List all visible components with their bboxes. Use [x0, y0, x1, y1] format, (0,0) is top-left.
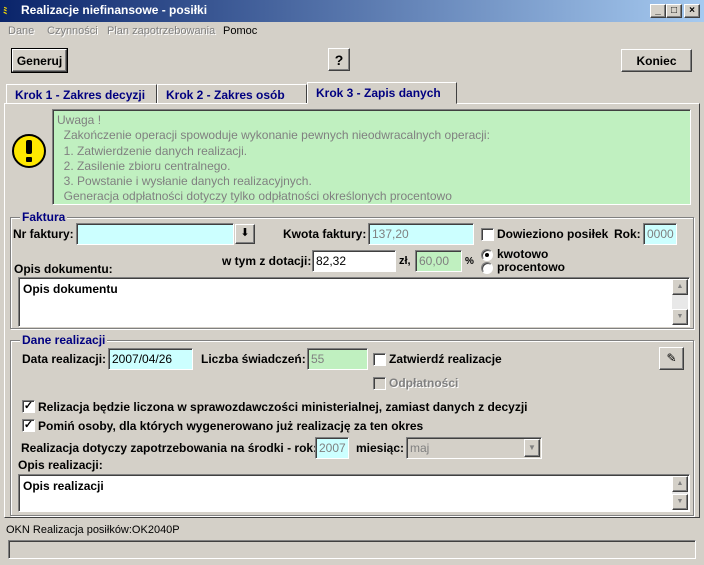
status-text: OKN Realizacja posiłków:OK2040P [6, 524, 180, 536]
opis-realizacji-text: Opis realizacji [23, 479, 104, 493]
warning-line: Uwaga ! [57, 113, 102, 127]
radio-procentowo[interactable] [481, 262, 493, 274]
odplatnosci-label: Odpłatności [389, 376, 459, 390]
warning-line: Generacja odpłatności dotyczy tylko odpł… [57, 189, 452, 204]
ministerial-label: Relizacja będzie liczona w sprawozdawczo… [38, 400, 528, 414]
liczba-swiadczen-label: Liczba świadczeń: [201, 352, 306, 366]
maximize-button[interactable]: □ [666, 4, 682, 18]
pomin-label: Pomiń osoby, dla których wygenerowano ju… [38, 419, 424, 433]
warning-box: Uwaga ! Zakończenie operacji spowoduje w… [52, 109, 691, 205]
exit-button[interactable]: Koniec [621, 49, 692, 72]
status-panel [8, 540, 696, 559]
nr-faktury-input[interactable] [76, 223, 234, 245]
kwota-faktury-label: Kwota faktury: [283, 227, 367, 241]
menu-dane[interactable]: Dane [8, 25, 34, 37]
opis-dokumentu-scrollbar[interactable]: ▲ ▼ [672, 279, 688, 325]
opis-dokumentu-text: Opis dokumentu [23, 282, 118, 296]
app-icon: ﾐ [3, 6, 8, 16]
chevron-down-icon[interactable]: ▼ [524, 439, 540, 457]
warning-line: 3. Powstanie i wysłanie danych realizacy… [57, 174, 312, 189]
rok-input[interactable]: 0000 [643, 223, 677, 245]
liczba-swiadczen-input[interactable]: 55 [307, 348, 368, 370]
rok-label: Rok: [614, 227, 641, 241]
wand-icon[interactable]: ✎ [659, 347, 684, 370]
opis-realizacji-scrollbar[interactable]: ▲ ▼ [672, 476, 688, 510]
odplatnosci-checkbox[interactable] [373, 377, 386, 390]
scroll-up-icon[interactable]: ▲ [672, 279, 688, 295]
procent-label: % [465, 256, 474, 267]
help-button[interactable]: ? [328, 48, 350, 71]
menu-czynnosci[interactable]: Czynności [47, 25, 98, 37]
dotyczy-label: Realizacja dotyczy zapotrzebowania na śr… [21, 441, 318, 455]
data-realizacji-label: Data realizacji: [22, 352, 107, 366]
zatwierdz-checkbox[interactable] [373, 353, 386, 366]
scroll-down-icon[interactable]: ▼ [672, 494, 688, 510]
generate-button[interactable]: Generuj [11, 48, 68, 73]
scroll-up-icon[interactable]: ▲ [672, 476, 688, 492]
zatwierdz-label: Zatwierdź realizacje [389, 352, 502, 366]
window-title: Realizacje niefinansowe - posiłki [21, 3, 208, 17]
miesiac-label: miesiąc: [356, 441, 405, 455]
title-bar: ﾐ Realizacje niefinansowe - posiłki _ □ … [0, 0, 704, 22]
menu-bar: Dane Czynności Plan zapotrzebowania Pomo… [0, 22, 704, 41]
close-button[interactable]: × [684, 4, 700, 18]
data-realizacji-input[interactable]: 2007/04/26 [108, 348, 193, 370]
kwota-faktury-input[interactable]: 137,20 [368, 223, 474, 245]
opis-dokumentu-label: Opis dokumentu: [14, 262, 113, 276]
dowieziono-checkbox[interactable] [481, 228, 494, 241]
dotacja-label: w tym z dotacji: [222, 254, 312, 268]
opis-dokumentu-textarea[interactable]: Opis dokumentu [18, 277, 690, 327]
pomin-checkbox[interactable]: ✓ [22, 419, 35, 432]
minimize-button[interactable]: _ [650, 4, 666, 18]
warning-line: 1. Zatwierdzenie danych realizacji. [57, 143, 248, 158]
opis-realizacji-textarea[interactable]: Opis realizacji [18, 474, 690, 512]
menu-plan-zapotrzebowania[interactable]: Plan zapotrzebowania [107, 25, 215, 37]
warning-line: 2. Zasilenie zbioru centralnego. [57, 158, 231, 173]
menu-pomoc[interactable]: Pomoc [223, 25, 257, 37]
procent-input[interactable]: 60,00 [415, 250, 462, 272]
exclamation-icon [12, 134, 46, 168]
miesiac-select[interactable]: maj [406, 437, 542, 459]
opis-realizacji-label: Opis realizacji: [18, 458, 103, 472]
dane-realizacji-legend: Dane realizacji [20, 333, 108, 347]
zl-label: zł, [399, 255, 411, 267]
faktura-legend: Faktura [20, 210, 68, 224]
radio-procentowo-label: procentowo [497, 260, 565, 274]
dropdown-arrow-icon[interactable]: ⬇ [235, 224, 255, 244]
tab-krok-3[interactable]: Krok 3 - Zapis danych [307, 82, 457, 104]
zapotrzebowanie-rok-input[interactable]: 2007 [315, 437, 349, 459]
dotacja-input[interactable]: 82,32 [312, 250, 396, 272]
tab-krok-1[interactable]: Krok 1 - Zakres decyzji [6, 84, 157, 104]
radio-kwotowo[interactable] [481, 249, 493, 261]
scroll-down-icon[interactable]: ▼ [672, 309, 688, 325]
dowieziono-label: Dowieziono posiłek [497, 227, 609, 241]
radio-kwotowo-label: kwotowo [497, 247, 549, 261]
ministerial-checkbox[interactable]: ✓ [22, 400, 35, 413]
tab-krok-2[interactable]: Krok 2 - Zakres osób [157, 84, 307, 104]
warning-line: Zakończenie operacji spowoduje wykonanie… [57, 128, 490, 143]
nr-faktury-label: Nr faktury: [13, 227, 74, 241]
